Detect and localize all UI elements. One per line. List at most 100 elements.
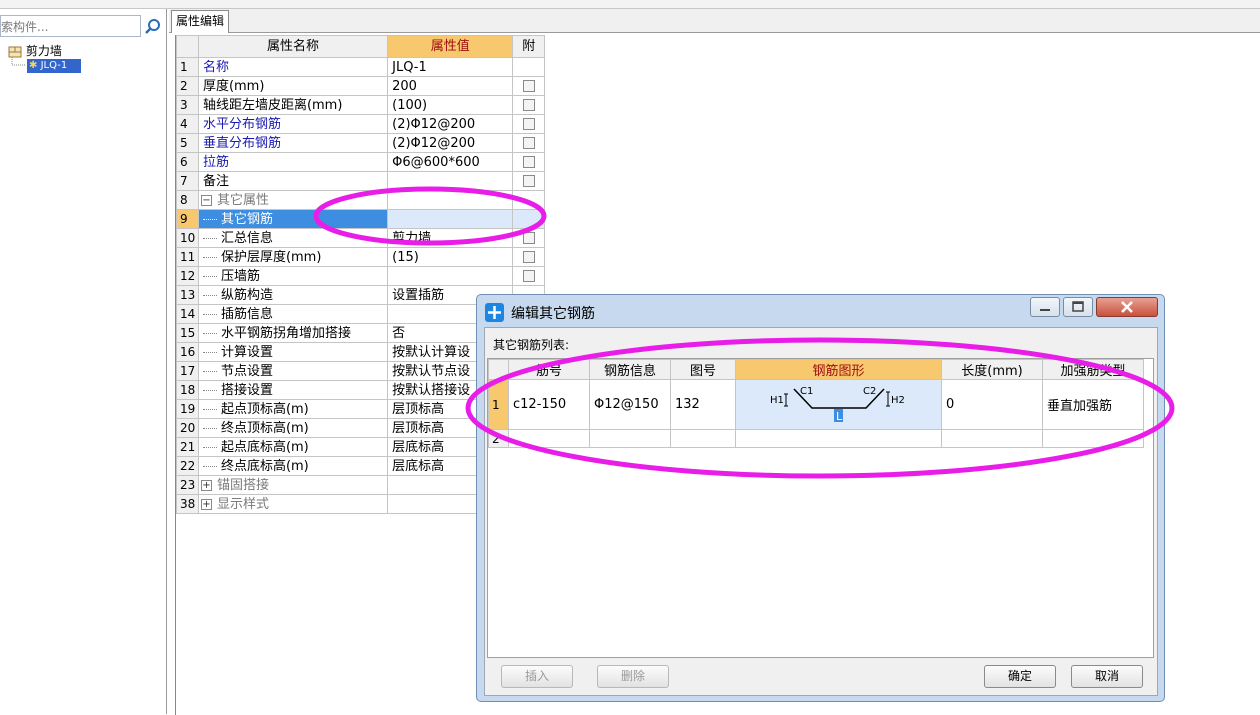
type-cell[interactable] [1042, 429, 1144, 448]
property-value[interactable]: 200 [387, 76, 514, 96]
property-row[interactable]: 1 名称 JLQ-1 [176, 57, 545, 77]
property-value[interactable]: (2)Φ12@200 [387, 114, 514, 134]
insert-button[interactable]: 插入 [501, 665, 573, 688]
property-row[interactable]: 2 厚度(mm) 200 [176, 76, 545, 96]
header-type[interactable]: 加强筋类型 [1042, 359, 1144, 380]
tab-strip: 属性编辑 [169, 9, 1260, 33]
expand-icon[interactable]: + [200, 479, 212, 491]
property-value[interactable] [387, 209, 514, 229]
header-shape-no[interactable]: 图号 [670, 359, 736, 380]
tree-line [202, 408, 217, 410]
property-row[interactable]: 7 备注 [176, 171, 545, 191]
property-row[interactable]: 11 保护层厚度(mm) (15) [176, 247, 545, 267]
property-row[interactable]: 5 垂直分布钢筋 (2)Φ12@200 [176, 133, 545, 153]
tree-item-shear-wall[interactable]: 剪力墙 [8, 42, 62, 58]
row-number: 1 [488, 379, 509, 430]
row-number: 9 [176, 209, 199, 229]
header-property-name[interactable]: 属性名称 [197, 35, 389, 58]
attached-checkbox[interactable] [522, 232, 535, 244]
rebar-grid: 筋号 钢筋信息 图号 钢筋图形 长度(mm) 加强筋类型 1 c12-150 Φ… [487, 358, 1154, 658]
attached-checkbox[interactable] [522, 251, 535, 263]
property-value[interactable] [387, 171, 514, 191]
header-shape[interactable]: 钢筋图形 [735, 359, 942, 380]
row-number: 11 [176, 247, 199, 267]
shape-no-cell[interactable] [670, 429, 736, 448]
header-bar-info[interactable]: 钢筋信息 [589, 359, 671, 380]
property-value[interactable]: Φ6@600*600 [387, 152, 514, 172]
property-value[interactable] [387, 266, 514, 286]
length-cell[interactable] [941, 429, 1043, 448]
tab-property-edit[interactable]: 属性编辑 [171, 10, 230, 33]
attached-checkbox[interactable] [522, 137, 535, 149]
property-row-selected[interactable]: 9 其它钢筋 [176, 209, 545, 229]
property-value[interactable]: 剪力墙 [387, 228, 514, 248]
type-cell[interactable]: 垂直加强筋 [1042, 379, 1144, 430]
expand-icon[interactable]: + [200, 498, 212, 510]
dialog-body: 其它钢筋列表: 筋号 钢筋信息 图号 钢筋图形 长度(mm) 加强筋类型 1 c… [484, 327, 1158, 696]
property-name: 纵筋构造 [220, 287, 273, 303]
row-number: 38 [176, 494, 199, 514]
length-cell[interactable]: 0 [941, 379, 1043, 430]
search-icon [145, 19, 160, 34]
bar-no-cell[interactable] [508, 429, 590, 448]
row-number: 5 [176, 133, 199, 153]
attached-checkbox[interactable] [522, 118, 535, 130]
ok-button[interactable]: 确定 [984, 665, 1056, 688]
property-name: 垂直分布钢筋 [197, 133, 389, 153]
search-button[interactable] [143, 15, 165, 37]
attached-checkbox[interactable] [522, 156, 535, 168]
attached-checkbox[interactable] [522, 80, 535, 92]
shape-label-c2: C2 [863, 386, 876, 397]
row-number: 6 [176, 152, 199, 172]
property-name: 备注 [197, 171, 389, 191]
row-number: 13 [176, 285, 199, 305]
attached-checkbox[interactable] [522, 99, 535, 111]
shape-no-cell[interactable]: 132 [670, 379, 736, 430]
property-row[interactable]: 4 水平分布钢筋 (2)Φ12@200 [176, 114, 545, 134]
property-name: 终点底标高(m) [220, 458, 309, 474]
property-row[interactable]: 12 压墙筋 [176, 266, 545, 286]
property-value[interactable]: (15) [387, 247, 514, 267]
property-name: 终点顶标高(m) [220, 420, 309, 436]
minimize-button[interactable] [1030, 297, 1060, 317]
bar-info-cell[interactable]: Φ12@150 [589, 379, 671, 430]
property-value[interactable]: JLQ-1 [387, 57, 514, 77]
property-row[interactable]: 6 拉筋 Φ6@600*600 [176, 152, 545, 172]
collapse-icon[interactable]: − [200, 194, 212, 206]
row-number: 23 [176, 475, 199, 495]
property-name: 插筋信息 [220, 306, 273, 322]
cancel-button[interactable]: 取消 [1071, 665, 1143, 688]
rebar-row[interactable]: 2 [488, 429, 1144, 448]
header-property-value[interactable]: 属性值 [387, 35, 514, 58]
rebar-row[interactable]: 1 c12-150 Φ12@150 132 H1 C1 C2 H2 L 0 垂直… [488, 379, 1144, 430]
property-name: 起点顶标高(m) [220, 401, 309, 417]
search-input[interactable]: 索构件... [0, 15, 141, 37]
dialog-title: 编辑其它钢筋 [511, 306, 595, 322]
attached-checkbox[interactable] [522, 175, 535, 187]
delete-button[interactable]: 删除 [597, 665, 669, 688]
header-length[interactable]: 长度(mm) [941, 359, 1043, 380]
tree-line [202, 446, 217, 448]
minimize-icon [1040, 309, 1050, 311]
row-number: 19 [176, 399, 199, 419]
maximize-button[interactable] [1063, 297, 1093, 317]
shape-cell[interactable]: H1 C1 C2 H2 L [735, 379, 942, 430]
property-name: 起点底标高(m) [220, 439, 309, 455]
shape-cell[interactable] [735, 429, 942, 448]
property-value[interactable]: (2)Φ12@200 [387, 133, 514, 153]
attached-checkbox[interactable] [522, 270, 535, 282]
close-button[interactable] [1096, 297, 1158, 317]
bar-no-cell[interactable]: c12-150 [508, 379, 590, 430]
property-name: 锚固搭接 [216, 477, 269, 493]
row-number: 15 [176, 323, 199, 343]
tree-item-jlq-1[interactable]: ✱ JLQ-1 [27, 59, 81, 73]
property-value[interactable]: (100) [387, 95, 514, 115]
attached-cell [512, 57, 545, 77]
property-row[interactable]: 3 轴线距左墙皮距离(mm) (100) [176, 95, 545, 115]
property-row[interactable]: 10 汇总信息 剪力墙 [176, 228, 545, 248]
header-bar-no[interactable]: 筋号 [508, 359, 590, 380]
property-name: 搭接设置 [220, 382, 273, 398]
bar-info-cell[interactable] [589, 429, 671, 448]
header-attached[interactable]: 附 [512, 35, 545, 58]
property-group-row[interactable]: 8− 其它属性 [176, 190, 545, 210]
